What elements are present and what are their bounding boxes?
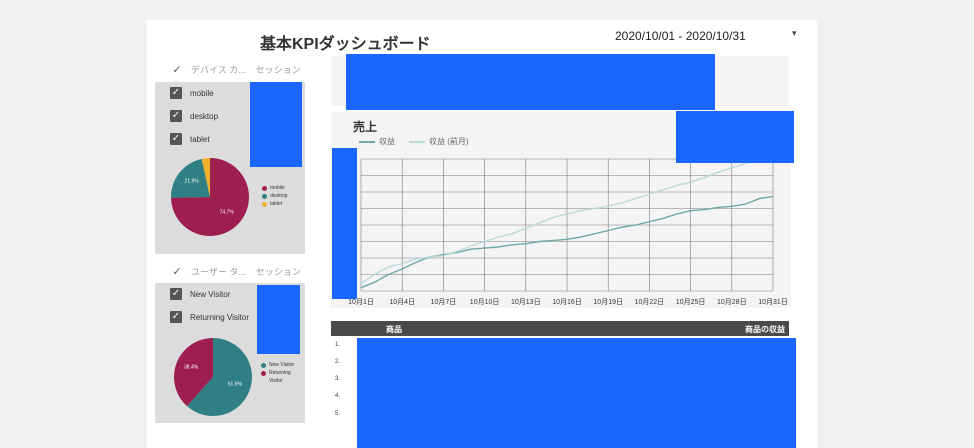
pie-slice-label: 74.7%: [220, 209, 235, 215]
checkmark-icon: ✓: [172, 265, 182, 278]
page-title: 基本KPIダッシュボード: [260, 36, 431, 53]
device-item-label: desktop: [190, 111, 219, 121]
pie-slice-label: 38.4%: [184, 365, 199, 371]
user-filter-header[interactable]: ✓ ユーザー タ... セッション: [155, 260, 305, 282]
device-item-mobile[interactable]: ✓ mobile: [170, 87, 214, 99]
device-metric-label: セッション: [255, 64, 301, 75]
table-row: 1.: [335, 342, 341, 348]
chevron-down-icon[interactable]: ▾: [792, 28, 797, 39]
x-tick-label: 10月31日: [758, 298, 788, 306]
checkbox-icon[interactable]: ✓: [170, 133, 182, 145]
dot-icon: [261, 370, 266, 376]
redacted-block: [332, 148, 357, 299]
user-item-label: New Visitor: [190, 289, 231, 299]
pie-slice-label: 21.9%: [185, 178, 200, 184]
table-row: 5.: [335, 411, 341, 417]
legend-label: desktop: [270, 193, 288, 199]
user-pie-chart: 61.6% 38.4%: [174, 338, 252, 416]
redacted-block: [357, 338, 796, 448]
user-item-new-visitor[interactable]: ✓ New Visitor: [170, 288, 230, 300]
x-tick-label: 10月28日: [717, 298, 747, 306]
column-header-product[interactable]: 商品: [386, 324, 402, 335]
table-row: 2.: [335, 359, 341, 365]
device-item-label: mobile: [190, 88, 214, 98]
dot-icon: [262, 185, 267, 191]
dot-icon: [261, 379, 266, 384]
x-tick-label: 10月10日: [470, 298, 500, 306]
device-item-desktop[interactable]: ✓ desktop: [170, 110, 218, 122]
checkbox-icon[interactable]: ✓: [170, 288, 182, 300]
legend-label: New Visitor: [269, 362, 295, 368]
date-range-picker[interactable]: 2020/10/01 - 2020/10/31: [615, 29, 746, 43]
pie-slice-label: 61.6%: [228, 381, 243, 387]
legend-entry: Returning: [261, 369, 294, 377]
user-metric-label: セッション: [255, 266, 301, 277]
dashboard-page: 基本KPIダッシュボード 2020/10/01 - 2020/10/31 ▾ ✓…: [147, 20, 817, 448]
x-tick-label: 10月13日: [511, 298, 541, 306]
checkmark-icon: ✓: [172, 63, 182, 76]
redacted-block: [250, 82, 302, 167]
device-filter-header[interactable]: ✓ デバイス カ... セッション: [155, 58, 305, 80]
checkbox-icon[interactable]: ✓: [170, 87, 182, 99]
dot-icon: [262, 201, 267, 207]
legend-entry: New Visitor: [261, 361, 294, 369]
x-tick-label: 10月19日: [593, 298, 623, 306]
device-pie-legend: mobile desktop tablet: [262, 184, 288, 208]
user-item-returning-visitor[interactable]: ✓ Returning Visitor: [170, 311, 249, 323]
redacted-block: [346, 54, 715, 110]
device-dimension-label: デバイス カ...: [191, 64, 246, 75]
x-tick-label: 10月7日: [431, 298, 457, 306]
x-tick-label: 10月1日: [348, 298, 374, 306]
legend-entry: mobile: [262, 184, 288, 192]
legend-label: Visitor: [269, 378, 283, 384]
x-tick-label: 10月25日: [676, 298, 706, 306]
legend-entry: Visitor: [261, 377, 294, 385]
column-header-revenue[interactable]: 商品の収益: [745, 324, 785, 335]
table-row: 4.: [335, 393, 341, 399]
legend-entry: desktop: [262, 192, 288, 200]
redacted-block: [257, 285, 300, 354]
user-pie-legend: New Visitor Returning Visitor: [261, 361, 294, 385]
checkbox-icon[interactable]: ✓: [170, 110, 182, 122]
device-item-tablet[interactable]: ✓ tablet: [170, 133, 210, 145]
x-tick-label: 10月22日: [635, 298, 665, 306]
checkbox-icon[interactable]: ✓: [170, 311, 182, 323]
device-pie-chart: 74.7% 21.9%: [171, 158, 249, 236]
user-item-label: Returning Visitor: [190, 312, 249, 322]
x-tick-label: 10月4日: [389, 298, 415, 306]
user-dimension-label: ユーザー タ...: [191, 266, 246, 277]
dot-icon: [262, 193, 267, 199]
legend-entry: tablet: [262, 200, 288, 208]
products-table-header: 商品 商品の収益: [331, 321, 789, 336]
legend-label: tablet: [270, 201, 283, 207]
legend-label: mobile: [270, 185, 285, 191]
x-tick-label: 10月16日: [552, 298, 582, 306]
legend-label: Returning: [269, 370, 291, 376]
redacted-block: [676, 111, 794, 163]
table-row: 3.: [335, 376, 341, 382]
dot-icon: [261, 362, 266, 368]
device-item-label: tablet: [190, 134, 210, 144]
